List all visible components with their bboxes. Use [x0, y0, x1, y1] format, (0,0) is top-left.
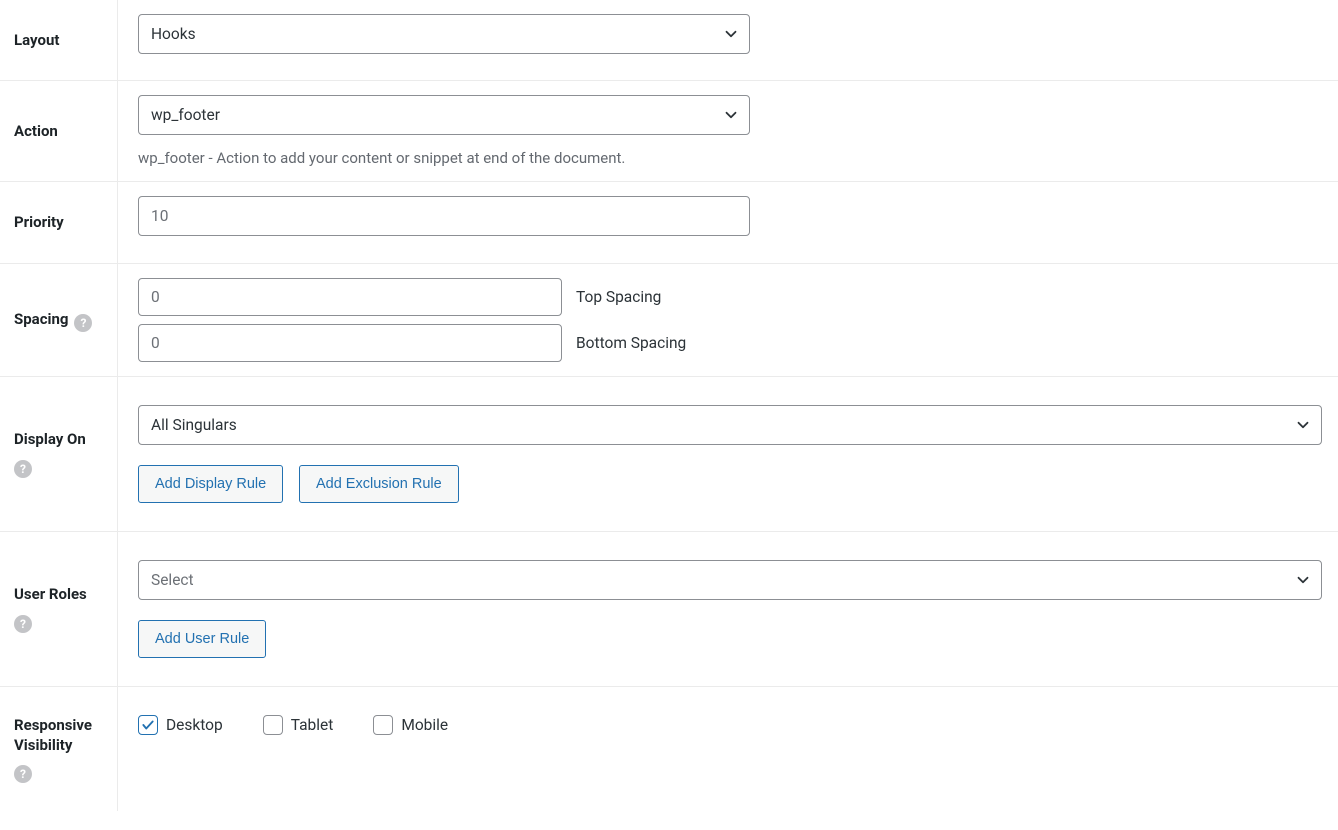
action-description: wp_footer - Action to add your content o…	[138, 149, 1324, 167]
row-responsive-visibility: Responsive Visibility ? Desktop Tablet	[0, 687, 1338, 812]
checkbox-tablet[interactable]: Tablet	[263, 715, 334, 735]
checkbox-mobile-label: Mobile	[401, 716, 448, 734]
help-icon[interactable]: ?	[14, 460, 32, 478]
control-display-on: All Singulars Add Display Rule Add Exclu…	[118, 377, 1338, 531]
user-roles-value: Select	[138, 560, 1322, 600]
control-responsive-visibility: Desktop Tablet Mobile	[118, 687, 1338, 763]
row-layout: Layout Hooks	[0, 0, 1338, 81]
row-action: Action wp_footer wp_footer - Action to a…	[0, 81, 1338, 182]
label-spacing: Spacing ?	[0, 264, 118, 376]
responsive-checkbox-group: Desktop Tablet Mobile	[138, 701, 1324, 749]
label-display-on: Display On ?	[0, 377, 118, 531]
user-roles-select[interactable]: Select	[138, 560, 1322, 600]
checkbox-box	[138, 715, 158, 735]
priority-input-wrap: 10	[138, 196, 750, 236]
add-user-rule-button[interactable]: Add User Rule	[138, 620, 266, 658]
help-icon[interactable]: ?	[14, 615, 32, 633]
label-user-roles: User Roles ?	[0, 532, 118, 686]
label-layout: Layout	[0, 0, 118, 80]
help-icon[interactable]: ?	[74, 314, 92, 332]
bottom-spacing-input[interactable]: 0	[138, 324, 562, 362]
control-priority: 10	[118, 182, 1338, 250]
add-exclusion-rule-button[interactable]: Add Exclusion Rule	[299, 465, 459, 503]
label-responsive-visibility-text: Responsive Visibility	[14, 715, 105, 756]
display-on-value: All Singulars	[138, 405, 1322, 445]
bottom-spacing-line: 0 Bottom Spacing	[138, 324, 1324, 362]
control-user-roles: Select Add User Rule	[118, 532, 1338, 686]
label-action: Action	[0, 81, 118, 181]
label-responsive-visibility: Responsive Visibility ?	[0, 687, 118, 812]
label-spacing-text: Spacing	[14, 309, 68, 329]
checkbox-box	[263, 715, 283, 735]
row-priority: Priority 10	[0, 182, 1338, 263]
action-select[interactable]: wp_footer	[138, 95, 750, 135]
label-user-roles-text: User Roles	[14, 584, 87, 604]
top-spacing-line: 0 Top Spacing	[138, 278, 1324, 316]
help-icon[interactable]: ?	[14, 765, 32, 783]
action-select-value: wp_footer	[138, 95, 750, 135]
label-priority: Priority	[0, 182, 118, 262]
checkbox-mobile[interactable]: Mobile	[373, 715, 448, 735]
row-user-roles: User Roles ? Select Add User Rule	[0, 532, 1338, 687]
checkbox-desktop-label: Desktop	[166, 716, 223, 734]
layout-select-value: Hooks	[138, 14, 750, 54]
row-display-on: Display On ? All Singulars Add Display R…	[0, 377, 1338, 532]
control-layout: Hooks	[118, 0, 1338, 68]
layout-select[interactable]: Hooks	[138, 14, 750, 54]
checkbox-box	[373, 715, 393, 735]
checkbox-desktop[interactable]: Desktop	[138, 715, 223, 735]
priority-input[interactable]: 10	[138, 196, 750, 236]
top-spacing-label: Top Spacing	[576, 288, 661, 306]
display-on-select[interactable]: All Singulars	[138, 405, 1322, 445]
row-spacing: Spacing ? 0 Top Spacing 0 Bottom Spacing	[0, 264, 1338, 377]
bottom-spacing-label: Bottom Spacing	[576, 334, 686, 352]
add-display-rule-button[interactable]: Add Display Rule	[138, 465, 283, 503]
settings-panel: Layout Hooks Action wp_footer wp_footer …	[0, 0, 1338, 811]
checkbox-tablet-label: Tablet	[291, 716, 334, 734]
top-spacing-input[interactable]: 0	[138, 278, 562, 316]
control-spacing: 0 Top Spacing 0 Bottom Spacing	[118, 264, 1338, 376]
label-display-on-text: Display On	[14, 429, 86, 449]
control-action: wp_footer wp_footer - Action to add your…	[118, 81, 1338, 181]
